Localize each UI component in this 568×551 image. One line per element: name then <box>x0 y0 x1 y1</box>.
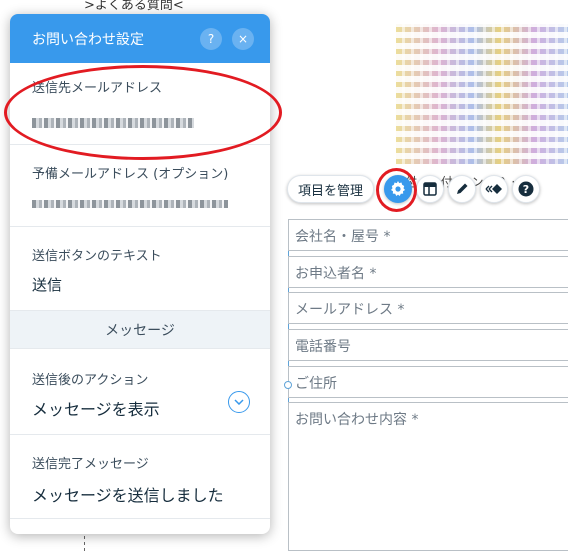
form-field-applicant[interactable]: お申込者名 * <box>288 256 568 288</box>
resize-handle[interactable] <box>284 381 292 389</box>
complete-message-label: 送信完了メッセージ <box>32 457 149 472</box>
panel-header: お問い合わせ設定 ? × <box>10 14 270 63</box>
backup-email-value-masked[interactable] <box>32 200 228 208</box>
design-button[interactable] <box>448 175 477 203</box>
blurred-content <box>396 24 568 164</box>
complete-message-section[interactable]: 送信完了メッセージ メッセージを送信しました <box>10 435 270 519</box>
panel-close-button[interactable]: × <box>232 27 254 50</box>
button-text-section[interactable]: 送信ボタンのテキスト 送信 <box>10 227 270 311</box>
after-action-select-value[interactable]: メッセージを表示 <box>32 396 248 420</box>
layout-button[interactable] <box>416 175 445 203</box>
panel-title: お問い合わせ設定 <box>32 31 144 48</box>
button-text-value[interactable]: 送信 <box>32 274 248 295</box>
annotation-oval-recipient <box>4 65 282 160</box>
faq-link-text[interactable]: >よくある質問< <box>84 0 184 13</box>
manage-fields-button[interactable]: 項目を管理 <box>287 175 375 203</box>
help-button[interactable]: ? <box>512 175 541 203</box>
form-field-phone[interactable]: 電話番号 <box>288 329 568 361</box>
panel-help-button[interactable]: ? <box>200 27 222 50</box>
annotation-circle-settings <box>376 168 417 212</box>
after-action-dropdown-button[interactable] <box>228 391 250 413</box>
form-field-company[interactable]: 会社名・屋号 * <box>288 219 568 251</box>
button-text-label: 送信ボタンのテキスト <box>32 249 162 264</box>
pen-icon <box>457 183 468 194</box>
layout-icon <box>423 182 437 196</box>
animation-icon <box>485 184 503 194</box>
after-action-section[interactable]: 送信後のアクション メッセージを表示 <box>10 349 270 435</box>
form-field-email[interactable]: メールアドレス * <box>288 292 568 324</box>
complete-message-value[interactable]: メッセージを送信しました <box>32 482 248 506</box>
after-action-label: 送信後のアクション <box>32 373 149 388</box>
chevron-down-icon <box>234 399 244 405</box>
animation-button[interactable] <box>480 175 509 203</box>
question-icon: ? <box>207 31 215 46</box>
message-section-header: メッセージ <box>10 311 270 349</box>
form-field-address[interactable]: ご住所 <box>288 366 568 398</box>
close-icon: × <box>237 31 249 46</box>
form-field-inquiry[interactable]: お問い合わせ内容 * <box>288 402 568 551</box>
help-icon: ? <box>518 181 534 197</box>
help-glyph: ? <box>523 183 529 196</box>
backup-email-label: 予備メールアドレス (オプション) <box>32 167 229 182</box>
